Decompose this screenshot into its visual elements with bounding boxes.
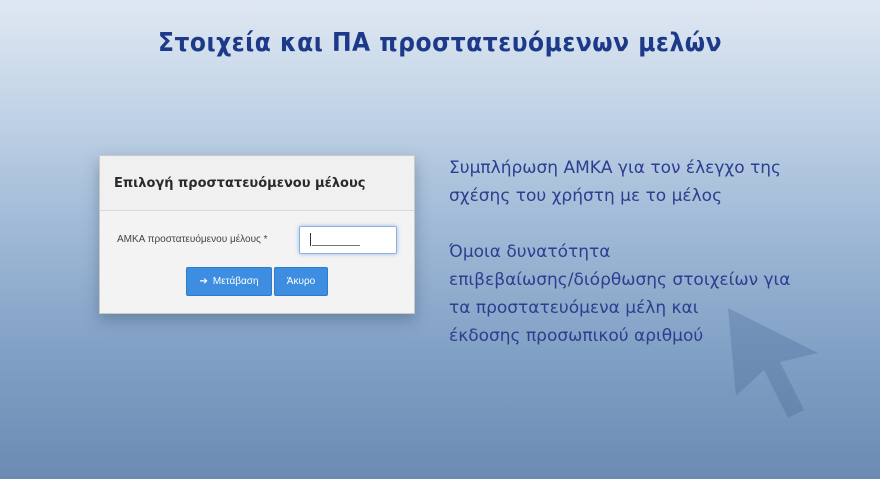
dialog-title: Επιλογή προστατευόμενου μέλους [100,156,414,211]
description-line: επιβεβαίωσης/διόρθωσης στοιχείων για [449,270,791,290]
arrow-right-icon: ➔ [199,276,208,287]
text-caret [310,233,311,246]
cancel-button[interactable]: Άκυρο [274,267,328,296]
cursor-watermark-icon [728,308,818,418]
amka-field-label: ΑΜΚΑ προστατευόμενου μέλους * [117,234,268,245]
go-button[interactable]: ➔ Μετάβαση [186,267,272,296]
description-line: Συμπλήρωση ΑΜΚΑ για τον έλεγχο της [449,158,781,178]
description-line: σχέσης του χρήστη με το μέλος [449,186,723,206]
go-button-label: Μετάβαση [212,276,259,287]
description-line: Όμοια δυνατότητα [449,242,611,262]
description-paragraph-1: Συμπλήρωση ΑΜΚΑ για τον έλεγχο της σχέση… [449,154,849,210]
slide-title: Στοιχεία και ΠΑ προστατευόμενων μελών [157,28,723,58]
amka-input[interactable] [299,226,397,254]
select-member-dialog: Επιλογή προστατευόμενου μέλους ΑΜΚΑ προσ… [99,155,415,314]
input-underline [312,245,360,246]
cancel-button-label: Άκυρο [286,276,316,287]
amka-field-row: ΑΜΚΑ προστατευόμενου μέλους * [100,226,414,256]
